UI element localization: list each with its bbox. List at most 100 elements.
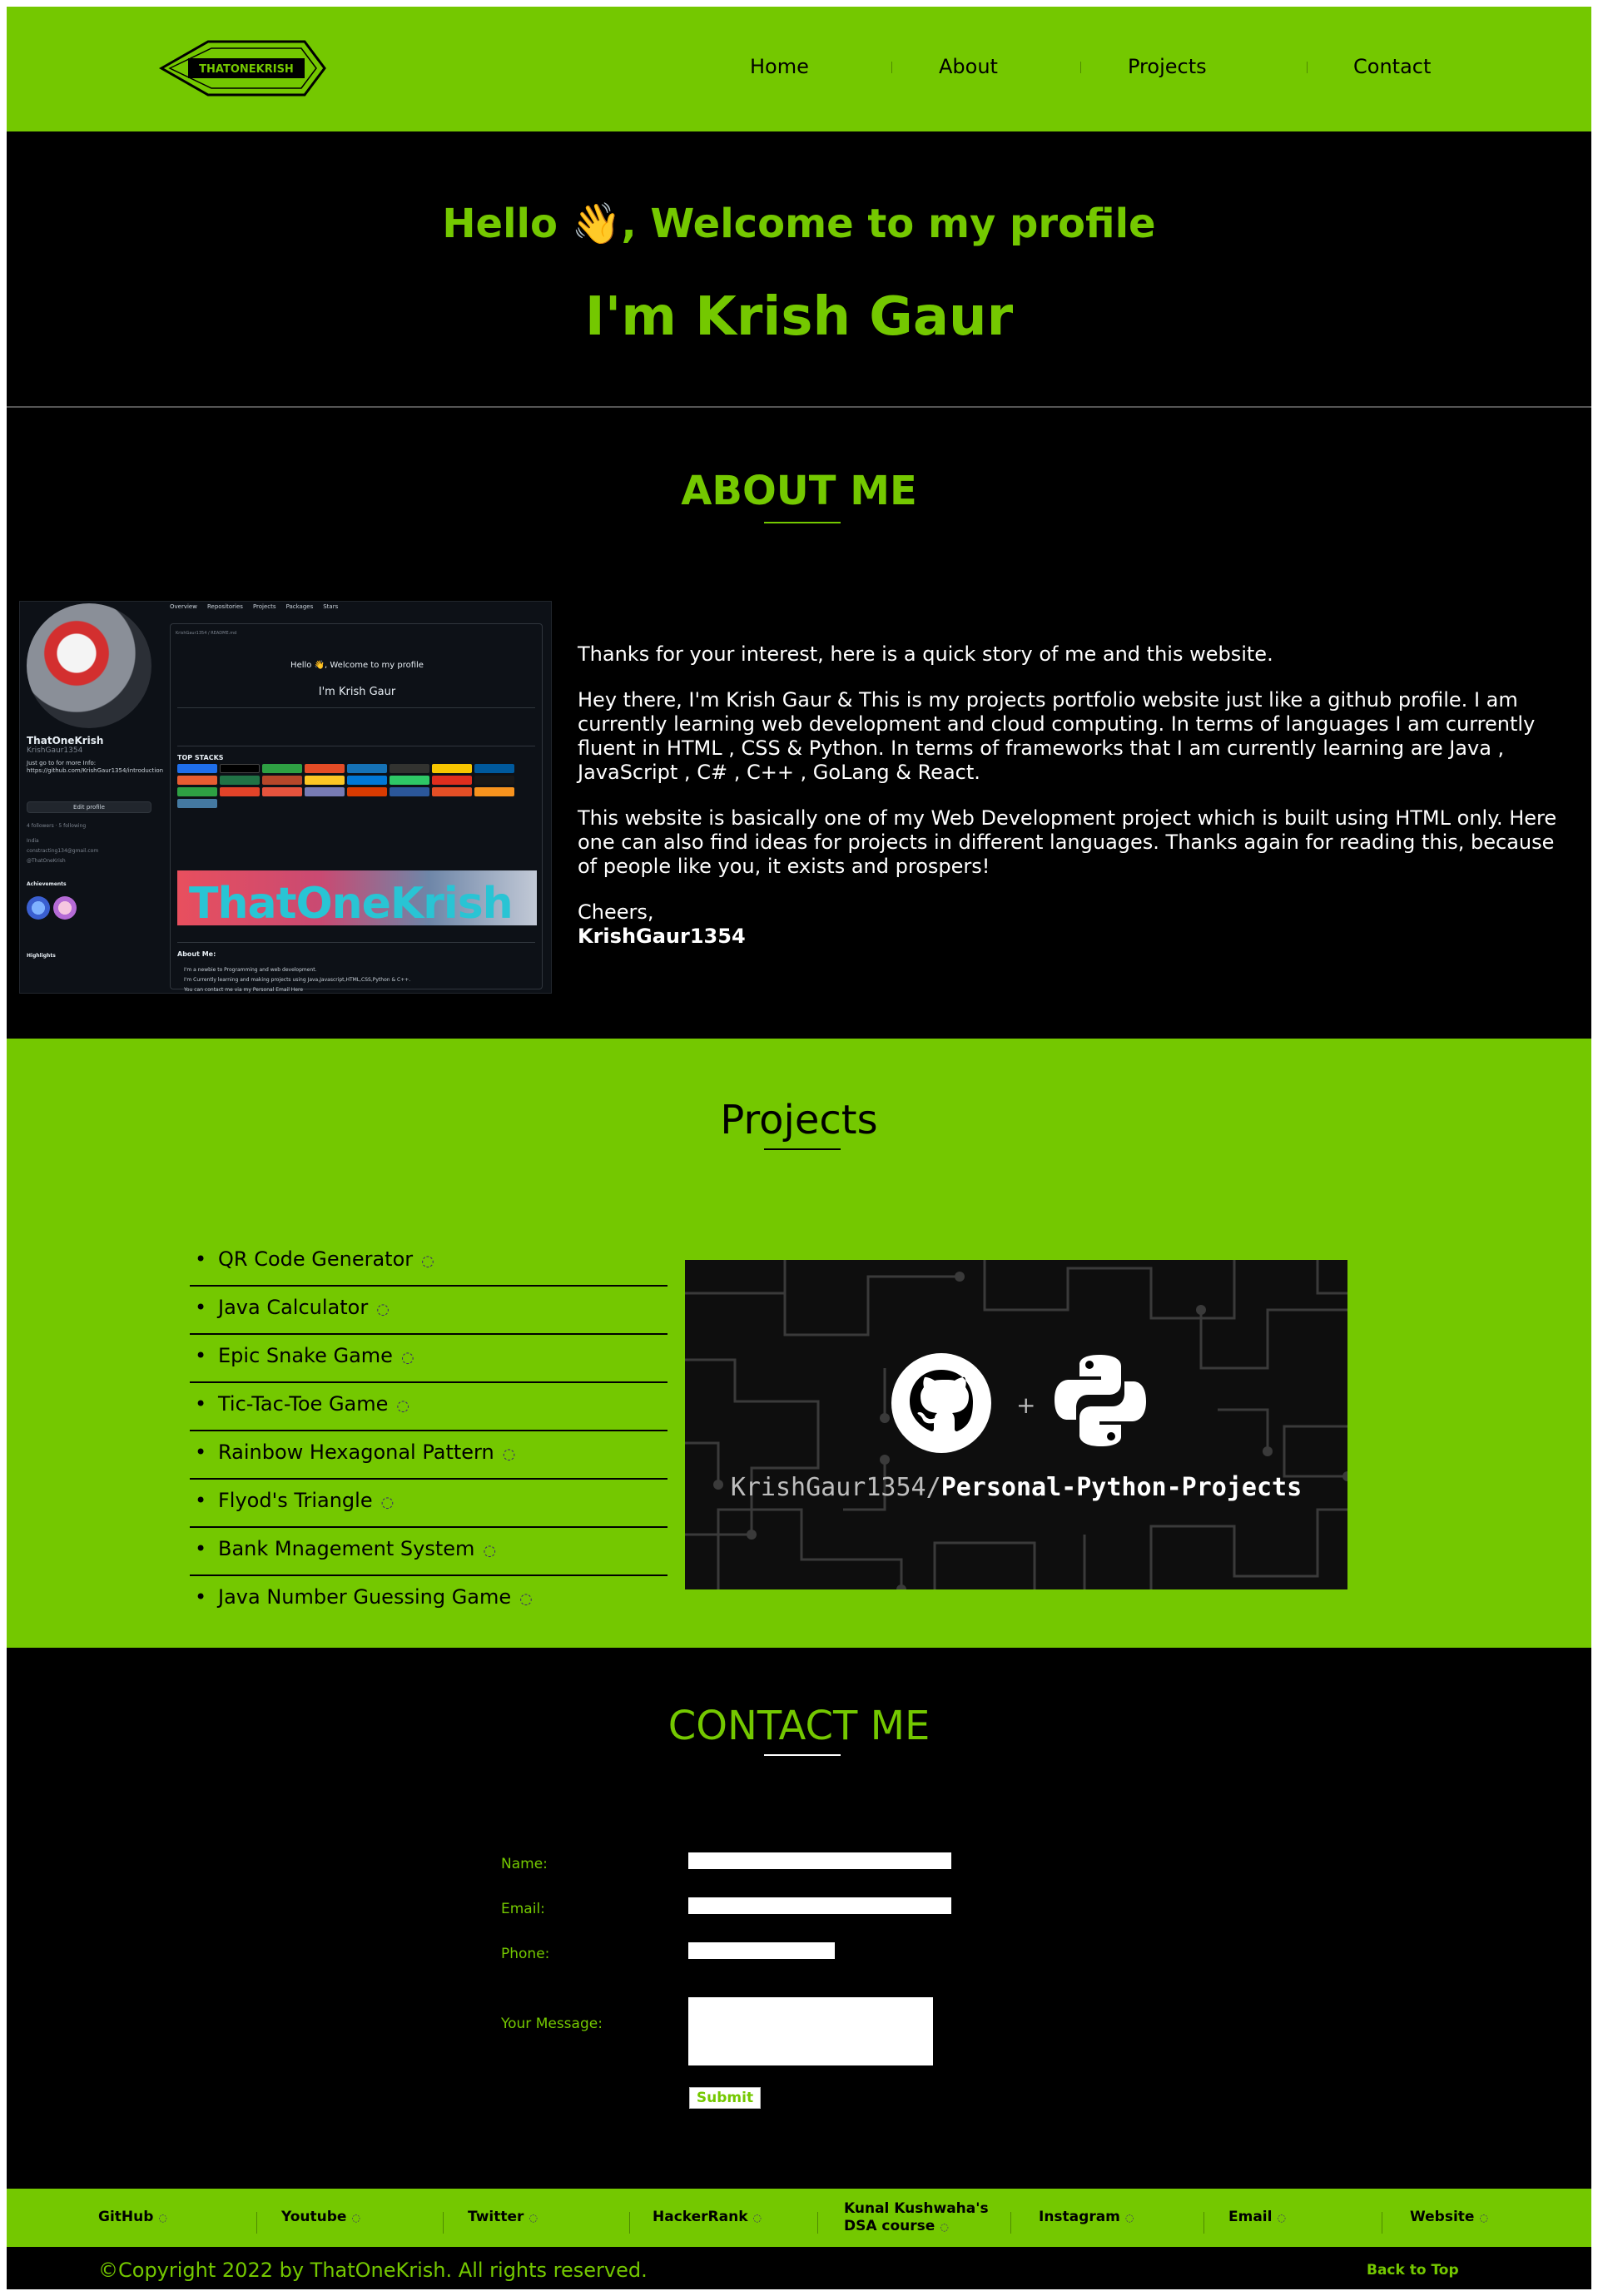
footer-link-label[interactable]: DSA course [844,2218,935,2234]
gh-sidebar: ThatOneKrish KrishGaur1354 Just go to fo… [20,602,163,993]
name-label: Name: [501,1856,548,1872]
gh-stack-badge [262,764,302,773]
gh-stack-badge [390,764,429,773]
project-link[interactable]: QR Code Generator [218,1247,413,1271]
gh-stack-badge [390,787,429,796]
project-link[interactable]: Java Number Guessing Game [218,1585,511,1609]
nav-contact[interactable]: Contact [1353,55,1431,78]
gh-banner-text: ThatOneKrish [189,879,514,925]
site-header: THATONEKRISH Home About Projects Contact [7,7,1591,131]
project-link[interactable]: Flyod's Triangle [218,1489,373,1512]
repo-banner-image[interactable]: + KrishGaur1354/Personal-Python-Projects [685,1260,1347,1589]
phone-field[interactable] [688,1942,835,1959]
hero-greeting: Hello 👋, Welcome to my profile [442,201,1156,247]
nav-about[interactable]: About [939,55,998,78]
loading-spinner-icon: ◌ [351,2212,360,2224]
footer-link-instagram[interactable]: Instagram ◌ [1039,2209,1134,2227]
gh-readme-name: I'm Krish Gaur [318,686,396,698]
gh-readme-hello: Hello 👋, Welcome to my profile [290,661,424,670]
footer-link-label[interactable]: GitHub [98,2209,153,2225]
loading-spinner-icon: ◌ [519,1590,533,1608]
page-frame: THATONEKRISH Home About Projects Contact… [7,7,1591,2289]
gh-edit-profile-button: Edit profile [27,801,151,813]
footer-link-github[interactable]: GitHub ◌ [98,2209,167,2227]
footer-link-label[interactable]: HackerRank [653,2209,748,2225]
project-link[interactable]: Rainbow Hexagonal Pattern [218,1441,494,1464]
plus-icon: + [1016,1391,1036,1419]
gh-main: Overview Repositories Projects Packages … [163,602,551,993]
project-link[interactable]: Java Calculator [218,1296,368,1319]
project-item[interactable]: Tic-Tac-Toe Game ◌ [190,1383,667,1431]
project-item[interactable]: Flyod's Triangle ◌ [190,1480,667,1528]
gh-tab: Overview [170,603,197,610]
gh-readme: KrishGaur1354 / README.md Hello 👋, Welco… [170,623,543,993]
about-cheers: Cheers, [578,900,654,924]
nav-home[interactable]: Home [750,55,809,78]
project-item[interactable]: Bank Mnagement System ◌ [190,1528,667,1576]
email-label: Email: [501,1901,545,1917]
gh-profile-name: ThatOneKrish [27,735,104,746]
footer-link-dsa-course[interactable]: Kunal Kushwaha's DSA course ◌ [844,2200,989,2236]
footer-divider [629,2212,630,2234]
project-link[interactable]: Bank Mnagement System [218,1537,474,1560]
contact-section: CONTACT ME Name: Email: Phone: Your Mess… [7,1648,1591,2189]
loading-spinner-icon: ◌ [529,2212,538,2224]
projects-title-underline [764,1148,841,1150]
gh-achievements-label: Achievements [27,881,67,887]
email-field[interactable] [688,1897,951,1914]
back-to-top-link[interactable]: Back to Top [1367,2262,1459,2279]
project-item[interactable]: QR Code Generator ◌ [190,1238,667,1287]
github-profile-screenshot: ThatOneKrish KrishGaur1354 Just go to fo… [19,601,552,994]
message-field[interactable] [688,1997,933,2065]
project-item[interactable]: Java Number Guessing Game ◌ [190,1576,667,1624]
footer-link-website[interactable]: Website ◌ [1410,2209,1488,2227]
loading-spinner-icon: ◌ [396,1397,410,1415]
footer-link-label[interactable]: Email [1228,2209,1272,2225]
gh-email: constracting134@gmail.com [27,848,99,854]
gh-banner-image: ThatOneKrish [177,870,537,925]
footer-link-label[interactable]: Website [1410,2209,1474,2225]
footer-link-label[interactable]: Kunal Kushwaha's [844,2200,989,2217]
gh-stack-badge [474,764,514,773]
nav-divider [891,62,892,73]
loading-spinner-icon: ◌ [421,1252,434,1270]
gh-location: India [27,838,39,844]
about-closing: Cheers, KrishGaur1354 [578,900,1576,949]
footer-link-label[interactable]: Twitter [468,2209,524,2225]
project-item[interactable]: Epic Snake Game ◌ [190,1335,667,1383]
gh-stack-badge [347,787,387,796]
footer-link-label[interactable]: Youtube [281,2209,346,2225]
project-link[interactable]: Epic Snake Game [218,1344,393,1367]
project-link[interactable]: Tic-Tac-Toe Game [218,1392,388,1416]
gh-stack-badge [177,776,217,785]
name-field[interactable] [688,1852,951,1869]
copyright-text: ©Copyright 2022 by ThatOneKrish. All rig… [98,2259,648,2282]
gh-stack-badge [305,787,345,796]
footer-link-email[interactable]: Email ◌ [1228,2209,1286,2227]
gh-stack-badge [347,764,387,773]
gh-tab: Packages [285,603,314,610]
gh-divider [177,942,535,943]
site-logo[interactable]: THATONEKRISH [158,27,328,110]
footer-link-hackerrank[interactable]: HackerRank ◌ [653,2209,762,2227]
gh-stack-badge [177,799,217,808]
about-text: Thanks for your interest, here is a quic… [578,642,1576,949]
gh-stack-badge [262,787,302,796]
repo-owner: KrishGaur1354/ [730,1473,941,1502]
project-item[interactable]: Rainbow Hexagonal Pattern ◌ [190,1431,667,1480]
project-item[interactable]: Java Calculator ◌ [190,1287,667,1335]
gh-stack-badge [177,764,217,773]
footer-link-youtube[interactable]: Youtube ◌ [281,2209,360,2227]
svg-text:THATONEKRISH: THATONEKRISH [199,63,294,76]
gh-tab: Repositories [206,603,243,610]
nav-projects[interactable]: Projects [1128,55,1207,78]
gh-stack-badge [220,764,260,773]
python-logo-icon [1055,1355,1146,1446]
gh-top-stacks: TOP STACKS [177,754,224,761]
footer-link-label[interactable]: Instagram [1039,2209,1120,2225]
submit-button[interactable]: Submit [689,2087,761,2109]
gh-about-heading: About Me: [177,950,216,958]
gh-stack-badge [474,787,514,796]
footer-link-twitter[interactable]: Twitter ◌ [468,2209,538,2227]
loading-spinner-icon: ◌ [1277,2212,1286,2224]
